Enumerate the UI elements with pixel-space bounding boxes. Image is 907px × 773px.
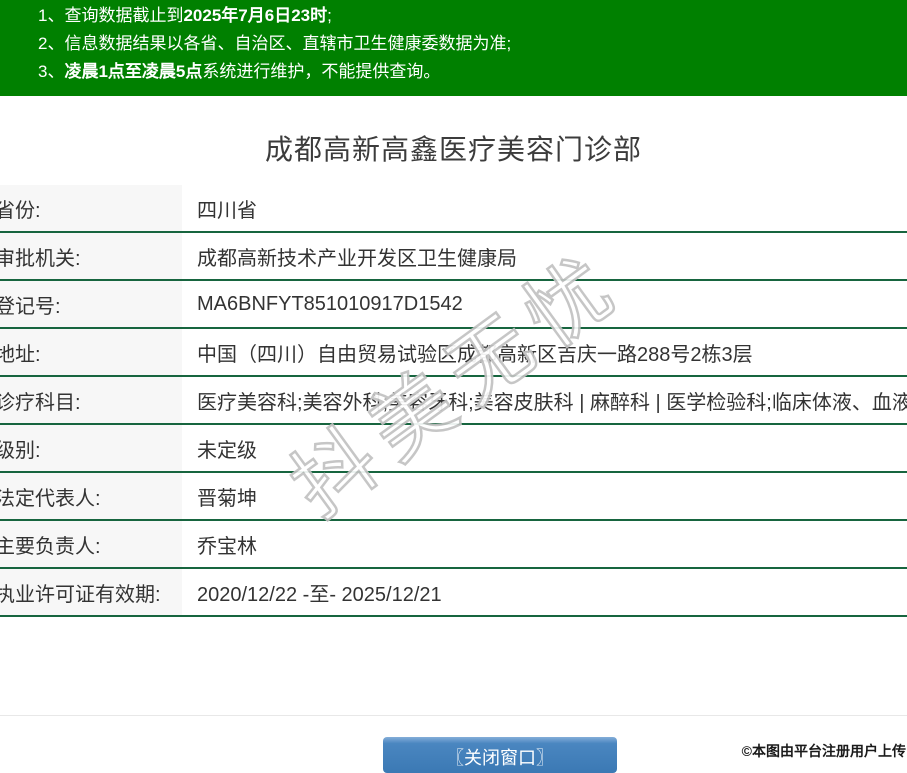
table-row: 法定代表人: 晋菊坤	[0, 473, 907, 521]
row-label: 诊疗科目:	[0, 377, 182, 423]
row-value: 乔宝林	[182, 521, 907, 567]
table-row: 主要负责人: 乔宝林	[0, 521, 907, 569]
row-label: 地址:	[0, 329, 182, 375]
close-window-button[interactable]: 〖关闭窗口〗	[383, 737, 617, 773]
table-row: 执业许可证有效期: 2020/12/22 -至- 2025/12/21	[0, 569, 907, 617]
copyright-note: ©本图由平台注册用户上传	[742, 741, 906, 761]
table-row: 省份: 四川省	[0, 185, 907, 233]
row-label: 级别:	[0, 425, 182, 471]
table-row: 诊疗科目: 医疗美容科;美容外科;美容牙科;美容皮肤科 | 麻醉科 | 医学检验…	[0, 377, 907, 425]
row-value: 晋菊坤	[182, 473, 907, 519]
notice-line: 1、查询数据截止到2025年7月6日23时;	[38, 2, 907, 30]
row-value: 2020/12/22 -至- 2025/12/21	[182, 569, 907, 615]
row-label: 主要负责人:	[0, 521, 182, 567]
row-value: 医疗美容科;美容外科;美容牙科;美容皮肤科 | 麻醉科 | 医学检验科;临床体液…	[182, 377, 907, 423]
footer-divider	[0, 715, 907, 716]
row-label: 法定代表人:	[0, 473, 182, 519]
row-label: 省份:	[0, 185, 182, 231]
row-value: MA6BNFYT851010917D1542	[182, 281, 907, 327]
table-row: 登记号: MA6BNFYT851010917D1542	[0, 281, 907, 329]
notice-line: 2、信息数据结果以各省、自治区、直辖市卫生健康委数据为准;	[38, 30, 907, 58]
notice-line: 3、凌晨1点至凌晨5点系统进行维护，不能提供查询。	[38, 58, 907, 86]
row-label: 执业许可证有效期:	[0, 569, 182, 615]
info-table: 省份: 四川省 审批机关: 成都高新技术产业开发区卫生健康局 登记号: MA6B…	[0, 185, 907, 617]
row-value: 成都高新技术产业开发区卫生健康局	[182, 233, 907, 279]
row-value: 中国（四川）自由贸易试验区成都高新区吉庆一路288号2栋3层	[182, 329, 907, 375]
row-label: 审批机关:	[0, 233, 182, 279]
notice-banner: 1、查询数据截止到2025年7月6日23时; 2、信息数据结果以各省、自治区、直…	[0, 0, 907, 96]
row-value: 四川省	[182, 185, 907, 231]
row-label: 登记号:	[0, 281, 182, 327]
row-value: 未定级	[182, 425, 907, 471]
clinic-name-title: 成都高新高鑫医疗美容门诊部	[0, 128, 907, 168]
table-row: 级别: 未定级	[0, 425, 907, 473]
table-row: 审批机关: 成都高新技术产业开发区卫生健康局	[0, 233, 907, 281]
table-row: 地址: 中国（四川）自由贸易试验区成都高新区吉庆一路288号2栋3层	[0, 329, 907, 377]
